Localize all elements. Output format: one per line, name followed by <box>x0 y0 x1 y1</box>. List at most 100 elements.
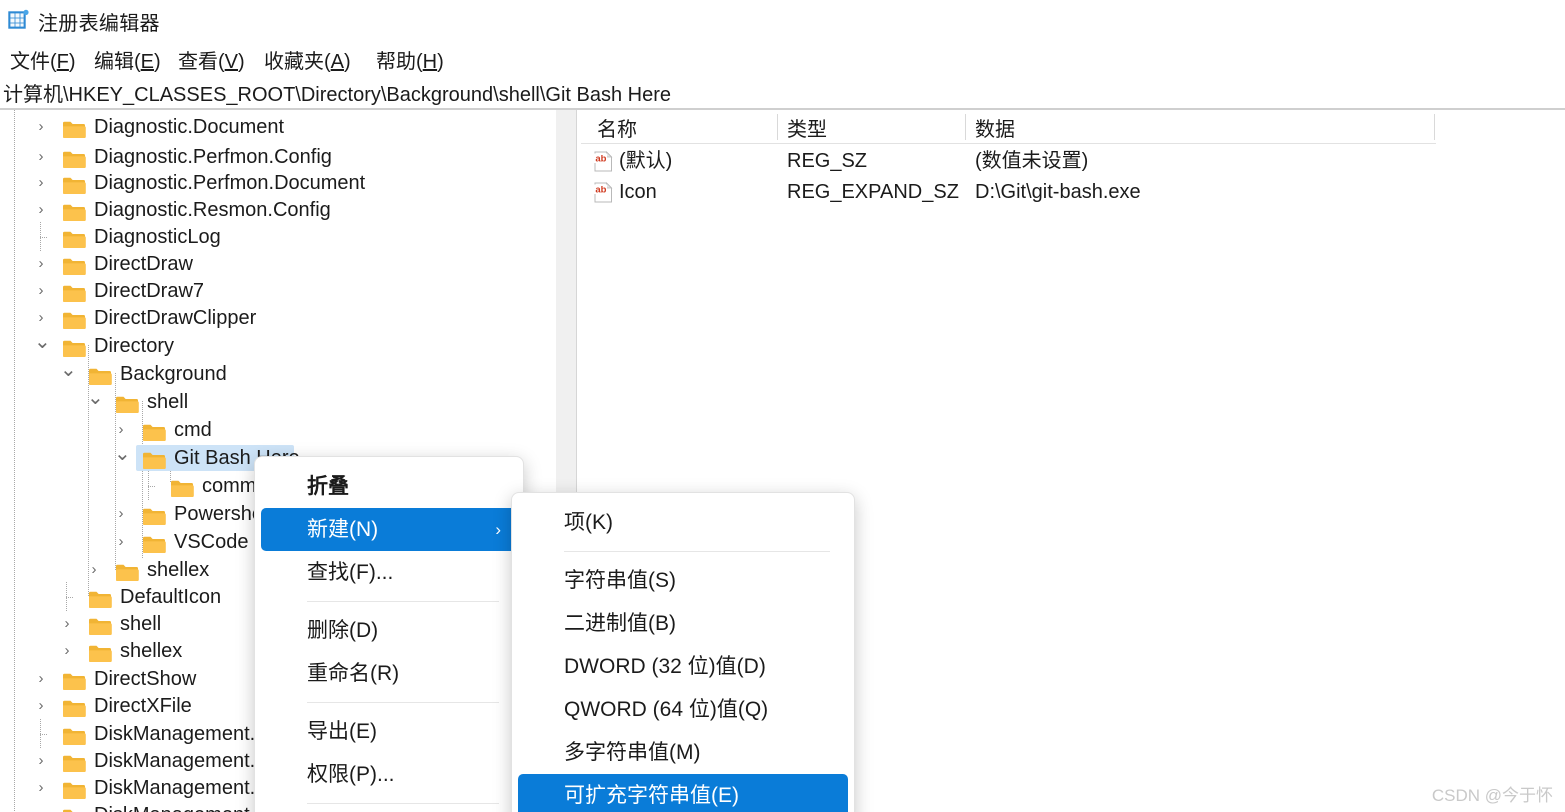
chevron-right-icon[interactable]: › <box>34 664 48 694</box>
context-menu-item-label: 重命名(R) <box>307 662 400 685</box>
tree-item[interactable]: ⌄ Background <box>0 359 556 389</box>
chevron-right-icon[interactable]: › <box>34 303 48 333</box>
tree-item-label: DefaultIcon <box>120 586 222 608</box>
chevron-down-icon[interactable]: ⌄ <box>87 387 104 417</box>
tree-connector-icon <box>60 582 74 612</box>
tree-item[interactable]: › Diagnostic.Resmon.Config <box>0 195 556 225</box>
chevron-right-icon[interactable]: › <box>87 555 101 585</box>
chevron-down-icon[interactable]: ⌄ <box>114 443 131 473</box>
chevron-right-icon[interactable]: › <box>114 415 128 445</box>
submenu-item[interactable]: 字符串值(S) <box>518 559 848 602</box>
chevron-down-icon[interactable]: ⌄ <box>34 331 51 361</box>
tree-item-label: shell <box>120 613 162 635</box>
value-cell-type: REG_EXPAND_SZ <box>787 181 959 203</box>
svg-text:ab: ab <box>595 185 606 196</box>
submenu-item-label: 多字符串值(M) <box>564 741 701 764</box>
address-path: 计算机\HKEY_CLASSES_ROOT\Directory\Backgrou… <box>3 84 672 106</box>
context-menu-item[interactable]: 删除(D) <box>261 609 517 652</box>
submenu-item[interactable]: 项(K) <box>518 501 848 544</box>
folder-icon <box>142 449 166 469</box>
chevron-right-icon[interactable]: › <box>34 112 48 142</box>
context-menu-separator <box>307 803 499 804</box>
column-divider-1[interactable] <box>777 114 778 140</box>
context-menu-item[interactable]: 折叠 <box>261 465 517 508</box>
chevron-right-icon[interactable]: › <box>34 195 48 225</box>
tree-item-label: Diagnostic.Document <box>94 116 285 138</box>
ab-string-icon: ab <box>594 182 613 203</box>
tree-item[interactable]: › cmd <box>0 415 556 445</box>
context-menu-item-label: 导出(E) <box>307 720 377 743</box>
tree-item[interactable]: › DirectDraw <box>0 249 556 279</box>
column-header-name[interactable]: 名称 <box>597 113 637 142</box>
tree-item[interactable]: › DirectDrawClipper <box>0 303 556 333</box>
chevron-right-icon[interactable]: › <box>34 773 48 803</box>
chevron-right-icon[interactable]: › <box>34 249 48 279</box>
tree-item-label: shellex <box>147 559 210 581</box>
context-menu-item[interactable]: 权限(P)... <box>261 753 517 796</box>
submenu-item[interactable]: QWORD (64 位)值(Q) <box>518 688 848 731</box>
menu-help[interactable]: 帮助(H) <box>374 42 446 77</box>
value-row[interactable]: ab Icon REG_EXPAND_SZ D:\Git\git-bash.exe <box>581 177 1565 208</box>
folder-icon <box>62 174 86 194</box>
tree-item-label: DirectXFile <box>94 695 192 717</box>
folder-icon <box>170 477 194 497</box>
menu-favorites[interactable]: 收藏夹(A) <box>262 42 353 77</box>
column-divider-3[interactable] <box>1434 114 1435 140</box>
tree-item[interactable]: › Diagnostic.Perfmon.Document <box>0 168 556 198</box>
column-divider-2[interactable] <box>965 114 966 140</box>
value-row[interactable]: ab (默认) REG_SZ (数值未设置) <box>581 146 1565 177</box>
folder-icon <box>62 752 86 772</box>
chevron-right-icon[interactable]: › <box>34 746 48 776</box>
context-menu-item[interactable]: 查找(F)... <box>261 551 517 594</box>
menu-edit[interactable]: 编辑(E) <box>92 42 163 77</box>
tree-item-label: DirectDrawClipper <box>94 307 257 329</box>
submenu-item-label: 字符串值(S) <box>564 569 676 592</box>
column-header-data[interactable]: 数据 <box>975 113 1015 142</box>
tree-item[interactable]: DiagnosticLog <box>0 222 556 252</box>
folder-icon <box>62 118 86 138</box>
context-menu-separator <box>307 702 499 703</box>
chevron-down-icon[interactable]: ⌄ <box>60 359 77 389</box>
ab-string-icon: ab <box>594 151 613 172</box>
chevron-right-icon[interactable]: › <box>34 276 48 306</box>
tree-item-label: Diagnostic.Resmon.Config <box>94 199 331 221</box>
submenu-item[interactable]: DWORD (32 位)值(D) <box>518 645 848 688</box>
menu-view[interactable]: 查看(V) <box>176 42 247 77</box>
tree-item[interactable]: ⌄ shell <box>0 387 556 417</box>
submenu-item-label: QWORD (64 位)值(Q) <box>564 698 769 721</box>
folder-icon <box>115 561 139 581</box>
chevron-right-icon[interactable]: › <box>60 636 74 666</box>
chevron-right-icon[interactable]: › <box>34 168 48 198</box>
chevron-right-icon[interactable]: › <box>34 691 48 721</box>
context-menu[interactable]: 折叠 新建(N) › 查找(F)... 删除(D) 重命名(R) 导出(E) 权限(P)...… <box>254 456 524 812</box>
column-header-type[interactable]: 类型 <box>787 113 827 142</box>
context-menu-item[interactable]: 新建(N) › <box>261 508 517 551</box>
context-menu-item[interactable]: 重命名(R) <box>261 652 517 695</box>
menu-bar: 文件(F) 编辑(E) 查看(V) 收藏夹(A) 帮助(H) <box>0 42 1565 76</box>
folder-icon <box>62 725 86 745</box>
chevron-right-icon[interactable]: › <box>60 609 74 639</box>
chevron-right-icon[interactable]: › <box>114 499 128 529</box>
folder-icon <box>62 228 86 248</box>
context-menu-item[interactable]: 导出(E) <box>261 710 517 753</box>
tree-item[interactable]: ⌄ Directory <box>0 331 556 361</box>
tree-item-label: DirectDraw7 <box>94 280 205 302</box>
folder-icon <box>88 588 112 608</box>
context-menu-item-label: 新建(N) <box>307 518 379 541</box>
tree-item[interactable]: › Diagnostic.Document <box>0 112 556 142</box>
new-submenu[interactable]: 项(K) 字符串值(S) 二进制值(B) DWORD (32 位)值(D) QWORD … <box>511 492 855 812</box>
registry-editor-window: 注册表编辑器 文件(F) 编辑(E) 查看(V) 收藏夹(A) 帮助(H) 计算… <box>0 0 1565 812</box>
chevron-right-icon[interactable]: › <box>34 800 48 812</box>
tree-item-label: DirectDraw <box>94 253 193 275</box>
address-bar[interactable]: 计算机\HKEY_CLASSES_ROOT\Directory\Backgrou… <box>0 78 1565 108</box>
menu-file[interactable]: 文件(F) <box>8 42 78 77</box>
folder-icon <box>62 337 86 357</box>
folder-icon <box>62 148 86 168</box>
submenu-item[interactable]: 二进制值(B) <box>518 602 848 645</box>
submenu-item[interactable]: 可扩充字符串值(E) <box>518 774 848 812</box>
submenu-item[interactable]: 多字符串值(M) <box>518 731 848 774</box>
chevron-right-icon[interactable]: › <box>114 527 128 557</box>
context-menu-item-label: 删除(D) <box>307 619 379 642</box>
tree-item-label: Directory <box>94 335 175 357</box>
tree-item[interactable]: › DirectDraw7 <box>0 276 556 306</box>
